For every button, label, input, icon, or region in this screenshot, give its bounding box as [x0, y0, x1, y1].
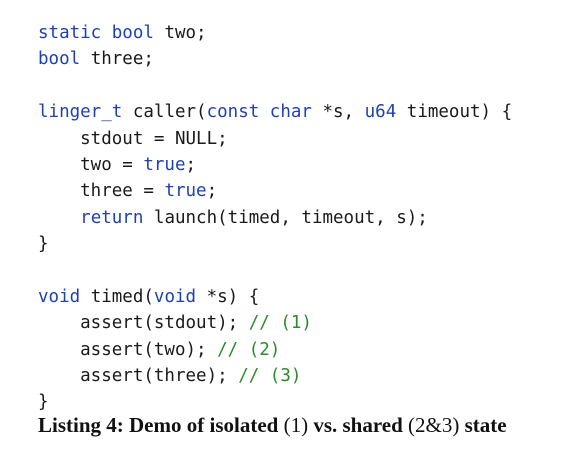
code-token-text: launch(timed, timeout, s);	[143, 207, 428, 228]
code-token-text: two =	[38, 154, 144, 175]
code-token-text: ;	[206, 181, 218, 202]
code-block: static bool two; bool three; linger_t cal…	[38, 20, 512, 416]
code-token-text: ;	[185, 154, 197, 175]
code-line: }	[38, 231, 512, 257]
listing-caption: Listing 4: Demo of isolated (1) vs. shar…	[38, 410, 507, 440]
code-line: linger_t caller(const char *s, u64 timeo…	[38, 99, 512, 125]
code-token-text: assert(three);	[38, 366, 239, 387]
code-line: static bool two;	[38, 20, 512, 46]
code-token-text: assert(stdout);	[38, 313, 249, 334]
code-line: assert(two); // (2)	[38, 337, 512, 363]
code-listing: static bool two; bool three; linger_t cal…	[0, 0, 586, 456]
caption-segment: Listing 4: Demo of isolated	[38, 413, 284, 437]
code-token-text: *s) {	[196, 286, 260, 307]
code-token-keyword: bool	[38, 49, 81, 70]
code-token-keyword: const char	[206, 102, 312, 123]
code-token-text: two;	[153, 23, 207, 43]
code-token-keyword: linger_t	[38, 102, 123, 123]
code-line: return launch(timed, timeout, s);	[38, 205, 512, 231]
code-token-keyword: void	[153, 286, 197, 307]
code-line: two = true;	[38, 152, 512, 178]
code-token-keyword: true	[164, 181, 207, 202]
code-token-text: *s,	[311, 102, 365, 123]
code-token-text: }	[38, 234, 49, 255]
code-token-keyword: return	[80, 207, 144, 228]
code-token-text: three =	[38, 181, 165, 202]
code-line: three = true;	[38, 178, 512, 204]
code-token-keyword: true	[143, 154, 186, 175]
caption-segment: (1)	[283, 413, 309, 437]
caption-segment: vs. shared	[308, 413, 409, 437]
code-token-text: caller(	[122, 102, 207, 123]
code-token-comment: // (2)	[217, 339, 281, 360]
code-token-text: three;	[80, 49, 154, 70]
code-line: bool three;	[38, 46, 512, 72]
code-line: assert(stdout); // (1)	[38, 310, 512, 336]
code-token-keyword: static bool	[38, 23, 154, 43]
code-line: stdout = NULL;	[38, 126, 512, 152]
code-token-text: stdout = NULL;	[38, 128, 228, 149]
code-token-text: timed(	[80, 286, 154, 307]
code-token-comment: // (3)	[238, 366, 302, 387]
caption-segment: (2&3)	[408, 413, 460, 437]
code-token-keyword: void	[38, 286, 81, 307]
caption-segment: state	[459, 413, 507, 437]
code-token-comment: // (1)	[248, 313, 312, 334]
code-line: assert(three); // (3)	[38, 363, 512, 389]
code-token-keyword: u64	[364, 102, 397, 123]
code-token-text: assert(two);	[38, 339, 218, 360]
code-line: void timed(void *s) {	[38, 284, 512, 310]
code-token-text: timeout) {	[396, 102, 513, 123]
